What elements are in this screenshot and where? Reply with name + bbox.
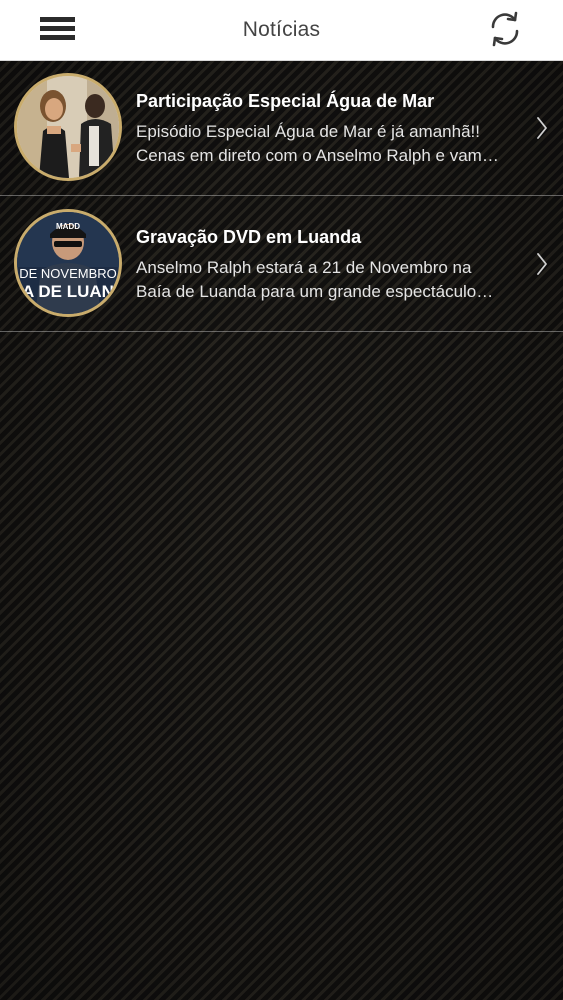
thumb-cap-text: MADD bbox=[56, 222, 80, 231]
news-description-line: Cenas em direto com o Anselmo Ralph e va… bbox=[136, 146, 499, 165]
thumb-text-line: A DE LUAN bbox=[22, 282, 114, 301]
top-bar: Notícias bbox=[0, 0, 563, 61]
news-thumbnail: MADD DE NOVEMBRO A DE LUAN bbox=[14, 209, 122, 317]
chevron-right-icon bbox=[535, 115, 549, 141]
news-item[interactable]: Participação Especial Água de Mar Episód… bbox=[0, 60, 563, 196]
news-description: Anselmo Ralph estará a 21 de Novembro na… bbox=[136, 256, 536, 304]
refresh-icon[interactable] bbox=[486, 10, 524, 48]
news-thumbnail bbox=[14, 73, 122, 181]
news-description-line: Baía de Luanda para um grande espectácul… bbox=[136, 282, 494, 301]
news-title: Participação Especial Água de Mar bbox=[136, 91, 435, 111]
page-title: Notícias bbox=[242, 18, 321, 41]
news-item[interactable]: MADD DE NOVEMBRO A DE LUAN Gravação DVD … bbox=[0, 196, 563, 332]
news-description-line: Anselmo Ralph estará a 21 de Novembro na bbox=[136, 258, 472, 277]
thumb-text-line: DE NOVEMBRO bbox=[19, 266, 117, 281]
news-description: Episódio Especial Água de Mar é já amanh… bbox=[136, 120, 536, 168]
news-list: Participação Especial Água de Mar Episód… bbox=[0, 60, 563, 332]
news-title: Gravação DVD em Luanda bbox=[136, 227, 362, 247]
chevron-right-icon bbox=[535, 251, 549, 277]
news-description-line: Episódio Especial Água de Mar é já amanh… bbox=[136, 122, 480, 141]
